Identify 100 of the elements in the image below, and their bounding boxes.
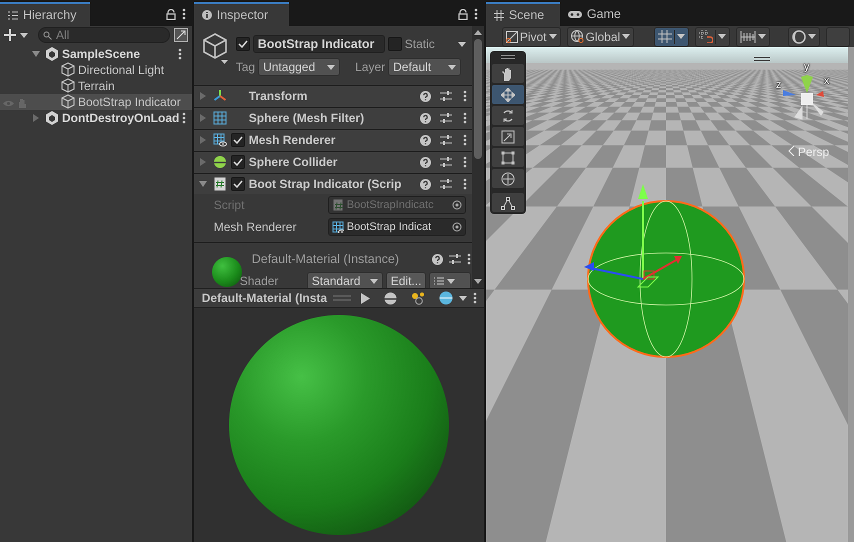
component-header[interactable]: Mesh Renderer [194, 128, 472, 151]
grid-eye-icon [212, 133, 227, 148]
more-icon[interactable] [462, 90, 467, 102]
hierarchy-item[interactable]: Terrain [0, 78, 192, 94]
sphere-icon[interactable] [384, 292, 398, 304]
ruler-button[interactable] [736, 26, 770, 46]
presets-icon[interactable] [440, 135, 452, 146]
dropdown-caret-icon [677, 34, 686, 39]
scrollbar-thumb[interactable] [474, 39, 482, 159]
axis-label: y [804, 60, 810, 75]
shading-icon [792, 30, 806, 44]
expand-arrow-icon[interactable] [32, 50, 40, 58]
more-icon[interactable] [462, 156, 467, 168]
help-icon[interactable] [420, 156, 431, 168]
list-icon [8, 10, 18, 20]
help-icon[interactable] [420, 112, 431, 124]
more-icon[interactable] [178, 48, 182, 60]
hierarchy-item[interactable]: DontDestroyOnLoad [0, 110, 192, 126]
lock-icon[interactable] [166, 8, 176, 20]
pivot-icon [506, 30, 518, 42]
pivot-dropdown[interactable]: Pivot [502, 26, 560, 46]
inspector-tab[interactable]: Inspector [194, 2, 289, 26]
drag-handle-icon [754, 57, 770, 61]
check-icon [232, 180, 243, 188]
object-field[interactable]: BootStrap Indicat [328, 218, 466, 236]
component-header[interactable]: Boot Strap Indicator (Scrip [194, 172, 472, 194]
checkbox[interactable] [230, 177, 245, 191]
check-icon [232, 136, 243, 144]
shading-mode-button[interactable] [788, 26, 820, 46]
more-icon[interactable] [462, 134, 467, 146]
dropdown-caret-icon [758, 34, 766, 39]
tool-button[interactable] [492, 148, 524, 167]
component-header[interactable]: Sphere Collider [194, 150, 472, 173]
tool-button[interactable] [492, 85, 524, 104]
help-icon[interactable] [432, 254, 444, 265]
lights-icon[interactable] [411, 292, 426, 304]
dropdown-caret-icon [622, 34, 630, 39]
cube-icon [61, 94, 75, 110]
magnet-grid-icon [699, 30, 714, 43]
scene-view-toggle-icon[interactable] [174, 28, 188, 42]
check-icon [232, 158, 243, 166]
presets-icon[interactable] [449, 254, 462, 264]
scene-tab[interactable]: Scene [486, 2, 560, 26]
target-icon[interactable] [452, 200, 462, 210]
more-icon[interactable] [462, 112, 467, 124]
help-icon[interactable] [420, 178, 431, 190]
tool-button[interactable] [492, 169, 524, 188]
lock-icon[interactable] [458, 8, 468, 20]
edit-button[interactable]: Edit... [386, 272, 426, 288]
info-icon [202, 10, 212, 20]
scale-icon [500, 130, 515, 144]
hierarchy-item[interactable]: Directional Light [0, 62, 192, 78]
checkbox[interactable] [230, 155, 245, 170]
component-header[interactable]: Transform [194, 85, 472, 107]
hierarchy-item[interactable]: SampleScene [0, 46, 192, 62]
more-icon[interactable] [474, 8, 478, 20]
hierarchy-tab[interactable]: Hierarchy [0, 2, 90, 26]
global-dropdown[interactable]: Global [566, 26, 634, 46]
search-field[interactable]: All [38, 27, 170, 43]
shader-menu-button[interactable] [429, 272, 472, 288]
name-field[interactable]: BootStrap Indicator [252, 35, 385, 53]
more-icon[interactable] [467, 253, 472, 266]
grid-snapping-button[interactable] [654, 26, 690, 46]
tool-button[interactable] [492, 127, 524, 146]
target-icon[interactable] [452, 222, 462, 232]
presets-icon[interactable] [440, 113, 452, 124]
play-icon[interactable] [361, 292, 370, 304]
checkbox[interactable] [388, 37, 402, 51]
rect-tool-icon [500, 150, 515, 164]
tag-dropdown[interactable]: Untagged [258, 58, 340, 76]
dropdown-caret-icon [447, 278, 456, 284]
tool-button[interactable] [492, 193, 524, 212]
help-icon[interactable] [420, 90, 431, 102]
presets-icon[interactable] [440, 179, 452, 189]
more-icon[interactable] [182, 112, 186, 124]
more-icon[interactable] [182, 8, 186, 20]
gamepad-icon [568, 10, 582, 18]
checkbox[interactable] [230, 133, 245, 148]
add-icon[interactable] [4, 29, 16, 41]
more-icon[interactable] [462, 178, 467, 190]
object-icon[interactable] [202, 32, 228, 60]
shader-dropdown[interactable]: Standard [306, 272, 383, 288]
unity-scene-icon [45, 110, 59, 126]
scroll-down-icon[interactable] [474, 279, 482, 284]
presets-icon[interactable] [440, 91, 452, 102]
more-icon[interactable] [473, 292, 478, 304]
checkbox[interactable] [236, 37, 250, 51]
scroll-up-icon[interactable] [474, 30, 482, 35]
help-icon[interactable] [420, 134, 431, 146]
snap-increment-button[interactable] [695, 26, 730, 46]
tool-button[interactable] [492, 106, 524, 125]
layer-dropdown[interactable]: Default [388, 58, 462, 76]
expand-arrow-icon[interactable] [198, 180, 207, 188]
preview-sphere-icon[interactable] [439, 291, 454, 305]
presets-icon[interactable] [440, 157, 452, 168]
axis-label: z [776, 78, 782, 93]
tool-button[interactable] [492, 64, 524, 83]
component-header[interactable]: Sphere (Mesh Filter) [194, 106, 472, 129]
dropdown-caret-icon [327, 64, 336, 70]
hierarchy-item[interactable]: BootStrap Indicator [0, 94, 192, 110]
